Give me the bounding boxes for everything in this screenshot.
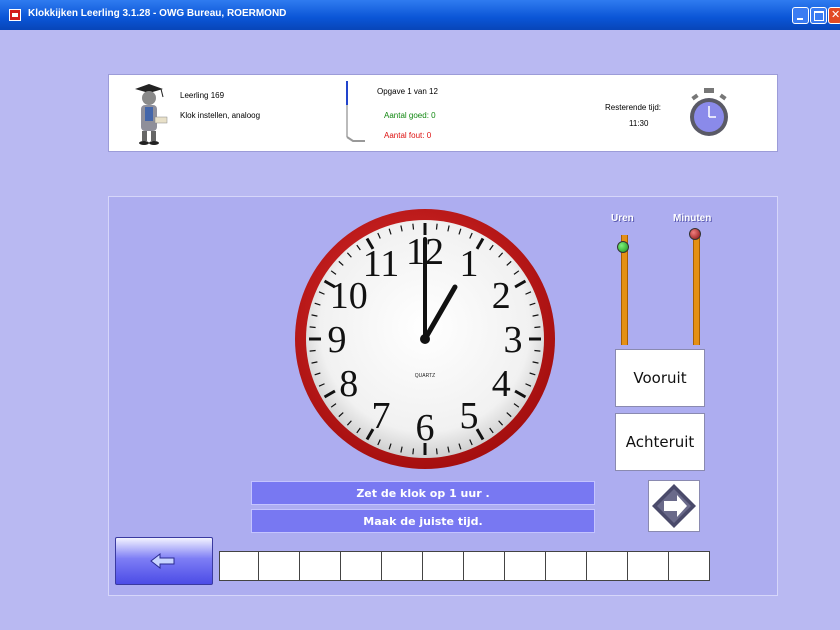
minute-tick xyxy=(435,448,438,455)
student-name: Leerling 169 xyxy=(180,91,225,100)
progress-cell xyxy=(505,551,546,581)
progress-cell xyxy=(341,551,382,581)
progress-cell xyxy=(546,551,587,581)
minutes-slider-knob[interactable] xyxy=(689,228,701,240)
progress-cell xyxy=(464,551,505,581)
minute-tick xyxy=(534,326,541,329)
forward-button[interactable]: Vooruit xyxy=(615,349,705,407)
clock-center xyxy=(420,334,430,344)
remaining-time-value: 11:30 xyxy=(629,119,649,128)
student-avatar-icon xyxy=(135,84,168,145)
window-title: Klokkijken Leerling 3.1.28 - OWG Bureau,… xyxy=(28,8,287,19)
progress-cell xyxy=(587,551,628,581)
remaining-time-label: Resterende tijd: xyxy=(605,103,662,112)
task-counter: Opgave 1 van 12 xyxy=(377,87,438,96)
minute-tick xyxy=(534,349,541,352)
exercise-type: Klok instellen, analoog xyxy=(180,111,261,120)
instruction-line-1: Zet de klok op 1 uur . xyxy=(251,481,595,505)
clock-numeral-4: 4 xyxy=(492,363,511,405)
progress-cell xyxy=(669,551,710,581)
next-button[interactable] xyxy=(648,480,700,532)
analog-clock: 12 1234567891011 QUARTZ xyxy=(295,209,555,469)
clock-numeral-2: 2 xyxy=(492,275,511,317)
minute-tick xyxy=(412,223,415,230)
minute-tick xyxy=(435,223,438,230)
minute-tick xyxy=(309,349,316,352)
progress-cell xyxy=(382,551,423,581)
wrong-count: Aantal fout: 0 xyxy=(384,131,432,140)
progress-cell xyxy=(219,551,259,581)
hours-slider-knob[interactable] xyxy=(617,241,629,253)
progress-cell xyxy=(300,551,341,581)
main-panel: 12 1 2 3 4 5 6 7 8 9 10 11 QUARTZ Uren Minuten Voor… xyxy=(108,196,778,596)
title-bar: Klokkijken Leerling 3.1.28 - OWG Bureau,… xyxy=(0,0,840,30)
maximize-button[interactable] xyxy=(810,7,827,24)
clock-numeral-11: 11 xyxy=(363,243,400,285)
minutes-slider-label: Minuten xyxy=(673,213,712,224)
clock-numeral-1: 1 xyxy=(460,243,479,285)
next-arrow-icon xyxy=(652,484,696,528)
minute-tick xyxy=(412,448,415,455)
hours-slider-label: Uren xyxy=(611,213,634,224)
clock-numeral-7: 7 xyxy=(372,395,391,437)
clock-numeral-9: 9 xyxy=(328,319,347,361)
backward-button[interactable]: Achteruit xyxy=(615,413,705,471)
progress-cell xyxy=(423,551,464,581)
progress-cell xyxy=(259,551,300,581)
minimize-button[interactable] xyxy=(792,7,809,24)
clock-numeral-6: 6 xyxy=(416,407,435,449)
minutes-slider-track[interactable] xyxy=(693,235,700,345)
clock-numeral-8: 8 xyxy=(339,363,358,405)
status-header: Leerling 169 Klok instellen, analoog Opg… xyxy=(108,74,778,152)
clock-numeral-3: 3 xyxy=(504,319,523,361)
good-count: Aantal goed: 0 xyxy=(384,111,436,120)
back-nav-button[interactable] xyxy=(115,537,213,585)
back-arrow-icon xyxy=(150,553,175,569)
app-icon[interactable] xyxy=(9,9,21,21)
close-button[interactable] xyxy=(828,7,840,24)
clock-numeral-5: 5 xyxy=(460,395,479,437)
minute-tick xyxy=(309,326,316,329)
stopwatch-icon xyxy=(690,88,728,136)
progress-boxes xyxy=(219,551,710,581)
lever-icon xyxy=(346,81,365,142)
clock-brand: QUARTZ xyxy=(415,373,435,379)
progress-cell xyxy=(628,551,669,581)
instruction-line-2: Maak de juiste tijd. xyxy=(251,509,595,533)
